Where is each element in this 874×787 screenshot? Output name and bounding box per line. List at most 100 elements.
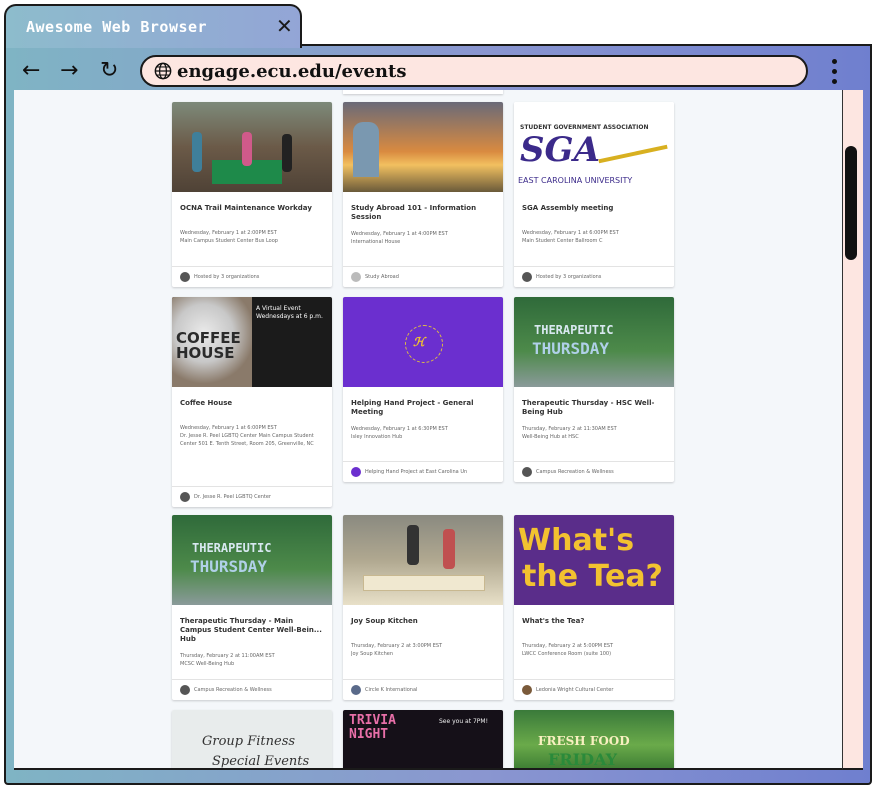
forward-button[interactable]: → xyxy=(60,58,78,83)
event-location: MCSC Well-Being Hub xyxy=(180,661,235,667)
event-host: Campus Recreation & Wellness xyxy=(194,687,272,693)
host-avatar xyxy=(351,685,361,695)
event-image: THERAPEUTIC THURSDAY xyxy=(172,515,332,605)
event-host: Hosted by 3 organizations xyxy=(536,274,602,280)
event-date: Thursday, February 2 at 11:30AM EST xyxy=(522,426,617,432)
event-host: Dr. Jesse R. Peel LGBTQ Center xyxy=(194,494,271,500)
event-title: Study Abroad 101 - Information Session xyxy=(351,204,477,221)
event-image: ℋ xyxy=(343,297,503,387)
host-avatar xyxy=(522,467,532,477)
close-icon[interactable]: ✕ xyxy=(276,14,293,38)
event-location: Isley Innovation Hub xyxy=(351,434,403,440)
event-location: International House xyxy=(351,239,401,245)
event-card[interactable]: Study Abroad 101 - Information Session W… xyxy=(343,102,503,287)
event-image: Group Fitness Special Events xyxy=(172,710,332,769)
event-host: Circle K International xyxy=(365,687,418,693)
event-location: Well-Being Hub at HSC xyxy=(522,434,579,440)
event-image: What's the Tea? xyxy=(514,515,674,605)
event-host: Study Abroad xyxy=(365,274,399,280)
thursday-text: THURSDAY xyxy=(532,339,610,358)
menu-dots-icon[interactable] xyxy=(829,56,839,88)
event-title: Helping Hand Project - General Meeting xyxy=(351,399,474,416)
event-image: COFFEE HOUSE A Virtual Event Wednesdays … xyxy=(172,297,332,387)
event-title: SGA Assembly meeting xyxy=(522,204,614,212)
event-image: TRIVIA NIGHT See you at 7PM! xyxy=(343,710,503,768)
event-card[interactable]: Joy Soup Kitchen Thursday, February 2 at… xyxy=(343,515,503,700)
url-text: engage.ecu.edu/events xyxy=(177,61,407,82)
event-host: Hosted by 3 organizations xyxy=(194,274,260,280)
globe-icon xyxy=(154,62,172,80)
tab-active[interactable]: Awesome Web Browser ✕ xyxy=(4,4,302,48)
host-avatar xyxy=(180,492,190,502)
event-card[interactable]: STUDENT GOVERNMENT ASSOCIATION SGA EAST … xyxy=(514,102,674,287)
host-avatar xyxy=(522,272,532,282)
event-date: Thursday, February 2 at 5:00PM EST xyxy=(522,643,614,649)
reload-button[interactable]: ↻ xyxy=(100,58,118,83)
scrollbar-thumb[interactable] xyxy=(845,146,857,260)
event-location: Joy Soup Kitchen xyxy=(351,651,394,657)
event-title: Therapeutic Thursday - Main Campus Stude… xyxy=(180,617,322,643)
event-card[interactable]: TRIVIA NIGHT See you at 7PM! xyxy=(343,710,503,768)
event-date: Wednesday, February 1 at 6:30PM EST xyxy=(351,426,448,432)
event-card[interactable]: ℋ Helping Hand Project - General Meeting… xyxy=(343,297,503,482)
event-host: Helping Hand Project at East Carolina Un xyxy=(365,469,468,475)
event-location: LWCC Conference Room (suite 100) xyxy=(522,651,612,657)
event-location: Main Student Center Ballroom C xyxy=(522,238,603,244)
event-card[interactable]: THERAPEUTIC THURSDAY Therapeutic Thursda… xyxy=(172,515,332,700)
therapeutic-text: THERAPEUTIC xyxy=(534,323,614,337)
event-date: Wednesday, February 1 at 2:00PM EST xyxy=(180,230,277,236)
card-partial xyxy=(343,90,503,94)
event-title: Joy Soup Kitchen xyxy=(351,617,418,625)
sga-logo-text: SGA xyxy=(520,130,600,170)
event-image: FRESH FOOD FRIDAY xyxy=(514,710,674,769)
event-date: Wednesday, February 1 at 4:00PM EST xyxy=(351,231,448,237)
sga-bottom-text: EAST CAROLINA UNIVERSITY xyxy=(518,176,633,185)
event-date: Thursday, February 2 at 3:00PM EST xyxy=(351,643,443,649)
event-image: STUDENT GOVERNMENT ASSOCIATION SGA EAST … xyxy=(514,102,674,192)
event-host: Ledonia Wright Cultural Center xyxy=(536,687,614,693)
event-title: Therapeutic Thursday - HSC Well-Being Hu… xyxy=(522,399,655,416)
host-avatar xyxy=(522,685,532,695)
event-title: Coffee House xyxy=(180,399,233,407)
event-card[interactable]: OCNA Trail Maintenance Workday Wednesday… xyxy=(172,102,332,287)
event-location: Dr. Jesse R. Peel LGBTQ Center Main Camp… xyxy=(180,433,314,447)
event-image xyxy=(172,102,332,192)
event-card[interactable]: COFFEE HOUSE A Virtual Event Wednesdays … xyxy=(172,297,332,507)
event-card[interactable]: Group Fitness Special Events xyxy=(172,710,332,769)
page-viewport: OCNA Trail Maintenance Workday Wednesday… xyxy=(14,90,842,770)
thursday-text: THURSDAY xyxy=(190,557,268,576)
browser-window: Awesome Web Browser ✕ ← → ↻ engage.ecu.e… xyxy=(0,0,874,787)
therapeutic-text: THERAPEUTIC xyxy=(192,541,272,555)
event-title: OCNA Trail Maintenance Workday xyxy=(180,204,312,212)
event-card[interactable]: FRESH FOOD FRIDAY xyxy=(514,710,674,769)
event-title: What's the Tea? xyxy=(522,617,585,625)
host-avatar xyxy=(351,272,361,282)
coffee-house-text: COFFEE HOUSE xyxy=(176,329,241,362)
coffee-note-text: A Virtual Event Wednesdays at 6 p.m. xyxy=(256,305,323,320)
whats-text: What's xyxy=(518,523,635,558)
event-location: Main Campus Student Center Bus Loop xyxy=(180,238,278,244)
event-image xyxy=(343,515,503,605)
address-bar[interactable]: engage.ecu.edu/events xyxy=(140,55,808,87)
the-tea-text: the Tea? xyxy=(522,559,663,594)
see-you-text: See you at 7PM! xyxy=(439,718,488,725)
tab-title: Awesome Web Browser xyxy=(26,18,208,36)
fresh-food-text: FRESH FOOD xyxy=(538,734,630,748)
event-host: Campus Recreation & Wellness xyxy=(536,469,614,475)
host-avatar xyxy=(180,272,190,282)
host-avatar xyxy=(180,685,190,695)
host-avatar xyxy=(351,467,361,477)
special-events-text: Special Events xyxy=(212,754,310,769)
event-date: Thursday, February 2 at 11:00AM EST xyxy=(180,653,275,659)
event-image xyxy=(343,102,503,192)
event-image: THERAPEUTIC THURSDAY xyxy=(514,297,674,387)
trivia-text: TRIVIA xyxy=(349,713,396,728)
event-card[interactable]: THERAPEUTIC THURSDAY Therapeutic Thursda… xyxy=(514,297,674,482)
event-date: Wednesday, February 1 at 6:00PM EST xyxy=(522,230,619,236)
friday-text: FRIDAY xyxy=(548,750,618,769)
night-text: NIGHT xyxy=(349,727,389,742)
group-fitness-text: Group Fitness xyxy=(202,734,296,749)
event-card[interactable]: What's the Tea? What's the Tea? Thursday… xyxy=(514,515,674,700)
back-button[interactable]: ← xyxy=(22,58,40,83)
event-date: Wednesday, February 1 at 6:00PM EST xyxy=(180,425,277,431)
